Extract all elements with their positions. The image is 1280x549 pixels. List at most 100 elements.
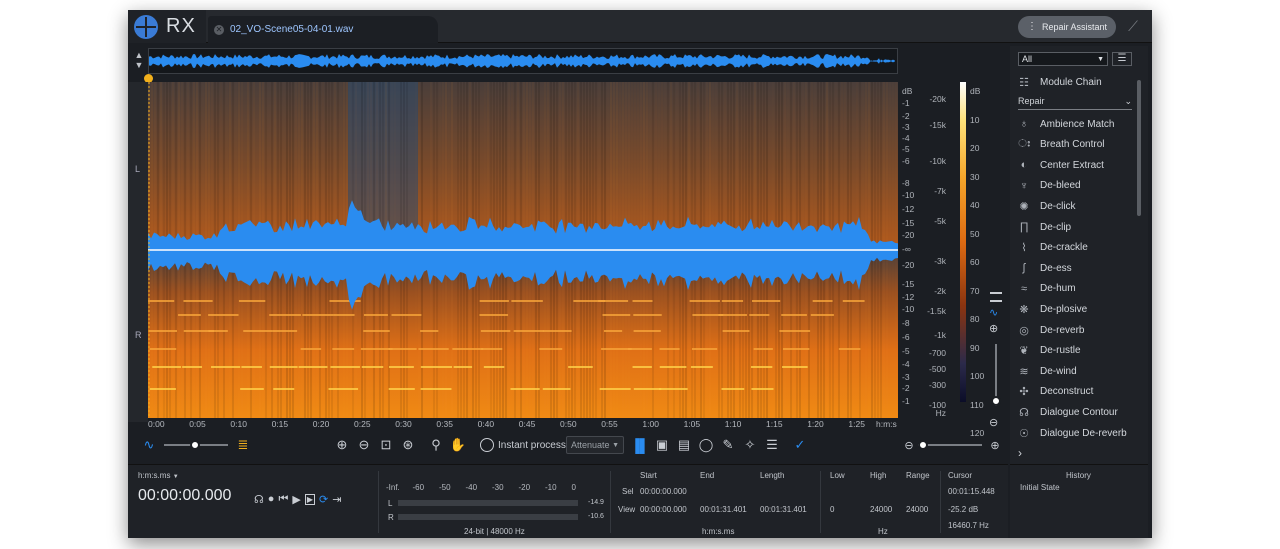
colorbar-tick-label: 20 [970, 143, 980, 153]
db-tick-label: -3 [902, 372, 910, 382]
hz-tick-label: -5k [934, 216, 946, 226]
module-item[interactable]: ♁ Ambience Match [1016, 114, 1136, 134]
module-item[interactable]: ʃ De-ess [1016, 258, 1136, 278]
db-tick-label: -1 [902, 98, 910, 108]
module-item[interactable]: ✺ De-click [1016, 196, 1136, 216]
hz-tick-label: -7k [934, 186, 946, 196]
spectrogram-view-icon[interactable]: ≣ [234, 436, 252, 454]
module-item[interactable]: ≈ De-hum [1016, 279, 1136, 299]
zoom-in-vertical-icon[interactable]: ⊕ [989, 322, 998, 335]
file-tab[interactable]: ✕ 02_VO-Scene05-04-01.wav [208, 16, 438, 43]
meter-scale-label: -60 [412, 483, 425, 492]
module-item[interactable]: ≋ De-wind [1016, 361, 1136, 381]
module-category-select[interactable]: Repair ⌄ [1018, 96, 1132, 110]
high-value[interactable]: 24000 [870, 505, 892, 514]
view-start-value[interactable]: 00:00:00.000 [640, 505, 687, 514]
module-item-label: Ambience Match [1040, 118, 1115, 130]
time-frequency-selection-icon[interactable]: ▣ [654, 436, 670, 454]
expand-panel-icon[interactable]: › [1018, 446, 1022, 460]
module-list-menu-icon[interactable]: ☰ [1112, 52, 1132, 66]
vertical-zoom-handle[interactable] [991, 396, 1001, 406]
cursor-header: Cursor [948, 471, 973, 480]
instant-process-toggle[interactable]: Instant process [480, 436, 566, 454]
frequency-selection-icon[interactable]: ▤ [676, 436, 692, 454]
magic-wand-icon[interactable]: ✧ [742, 436, 758, 454]
zoom-selection-icon[interactable]: ⊡ [378, 436, 394, 454]
harmonic-selection-icon[interactable]: ☰ [764, 436, 780, 454]
view-length-value[interactable]: 00:01:31.401 [760, 505, 807, 514]
close-tab-icon[interactable]: ✕ [214, 24, 224, 35]
meter-scale: -Inf. -60 -50 -40 -30 -20 -10 0 [386, 483, 586, 493]
time-ruler[interactable]: 0:00 0:05 0:10 0:15 0:20 0:25 0:30 0:35 0:40 0:45… [148, 418, 898, 432]
waveform-settings-icon[interactable]: ∿ [989, 306, 998, 319]
module-chain-button[interactable]: ☷ Module Chain [1016, 72, 1136, 92]
module-item[interactable]: ❋ De-plosive [1016, 299, 1136, 319]
module-item[interactable]: ☉ Dialogue De-reverb [1016, 423, 1136, 443]
spectrogram-blend-slider[interactable] [164, 436, 228, 454]
module-item[interactable]: ❦ De-rustle [1016, 341, 1136, 361]
low-value[interactable]: 0 [830, 505, 834, 514]
zoom-out-horizontal-icon[interactable]: ⊖ [902, 436, 916, 454]
channel-right-label: R [135, 330, 142, 340]
zoom-in-icon[interactable]: ⊕ [334, 436, 350, 454]
instant-process-mode-select[interactable]: Attenuate ▼ [566, 436, 624, 454]
pencil-curve-icon[interactable]: ✓ [792, 436, 808, 454]
module-item[interactable]: ☊ Dialogue Contour [1016, 402, 1136, 422]
module-item[interactable]: ♆ De-bleed [1016, 176, 1136, 196]
click-icon: ✺ [1019, 200, 1029, 213]
contour-icon: ☊ [1019, 406, 1029, 419]
history-entry[interactable]: Initial State [1020, 483, 1060, 492]
hz-tick-label: -20k [929, 94, 946, 104]
waveform-view-icon[interactable]: ∿ [140, 436, 158, 454]
time-tick-label: h:m:s [876, 419, 897, 429]
module-item-label: De-wind [1040, 365, 1077, 377]
brush-tool-icon[interactable]: ✎ [720, 436, 736, 454]
zoom-out-vertical-icon[interactable]: ⊖ [989, 416, 998, 429]
zoom-tool-icon[interactable]: ⚲ [428, 436, 444, 454]
play-selection-icon[interactable]: ▶ [304, 493, 315, 505]
zoom-out-icon[interactable]: ⊖ [356, 436, 372, 454]
lasso-tool-icon[interactable]: ◯ [698, 436, 714, 454]
view-row-label: View [618, 505, 636, 514]
link-icon[interactable]: ⟋ [1124, 18, 1142, 36]
db-tick-label: -10 [902, 190, 915, 200]
headphones-icon[interactable]: ☊ [254, 493, 264, 506]
module-filter-select[interactable]: All ▼ [1018, 52, 1108, 66]
loop-icon[interactable]: ⟳ [319, 493, 328, 506]
record-icon[interactable]: ● [268, 493, 275, 505]
module-item[interactable]: ⌇ De-crackle [1016, 238, 1136, 258]
module-item[interactable]: ◎ De-reverb [1016, 320, 1136, 340]
spectrogram-view[interactable] [148, 82, 898, 418]
overview-toggle-icon[interactable]: ▲ ▼ [132, 50, 146, 72]
db-tick-label: -∞ [902, 244, 911, 254]
module-item[interactable]: ∏ De-clip [1016, 217, 1136, 237]
repair-assistant-button[interactable]: ⋮ Repair Assistant [1018, 16, 1116, 38]
module-item[interactable]: ✣ Deconstruct [1016, 382, 1136, 402]
time-unit-label: h:m:s.ms [702, 527, 735, 536]
range-value[interactable]: 24000 [906, 505, 928, 514]
play-to-end-icon[interactable]: ⇥ [332, 493, 341, 506]
time-format-select[interactable]: h:m:s.ms ▼ [138, 471, 179, 480]
meter-left-label: L [388, 499, 393, 508]
module-item[interactable]: ◐ Center Extract [1016, 155, 1136, 175]
module-item[interactable]: ഃ Breath Control [1016, 135, 1136, 155]
chevron-down-icon: ▼ [1097, 55, 1104, 63]
module-list: ♁ Ambience Matchഃ Breath Control ◐ Center Ex… [1010, 114, 1140, 444]
sel-start-value[interactable]: 00:00:00.000 [640, 487, 687, 496]
color-scale-bar[interactable] [960, 82, 966, 402]
play-icon[interactable]: ▶ [292, 493, 300, 506]
horizontal-zoom-slider[interactable] [918, 436, 982, 454]
hand-tool-icon[interactable]: ✋ [450, 436, 466, 454]
spectrogram-settings-icon[interactable] [990, 292, 1002, 302]
zoom-fit-icon[interactable]: ⊛ [400, 436, 416, 454]
hz-tick-label: -1.5k [927, 306, 946, 316]
ess-icon: ʃ [1022, 262, 1026, 275]
module-item-label: De-clip [1040, 221, 1072, 233]
overview-waveform[interactable] [148, 48, 898, 74]
view-end-value[interactable]: 00:01:31.401 [700, 505, 747, 514]
zoom-in-horizontal-icon[interactable]: ⊕ [988, 436, 1002, 454]
skip-back-icon[interactable]: ⏮ [278, 493, 288, 506]
time-selection-tool-icon[interactable]: ▐▌ [631, 436, 649, 454]
module-list-scrollbar[interactable] [1137, 80, 1141, 216]
meter-right-bar [398, 514, 578, 520]
